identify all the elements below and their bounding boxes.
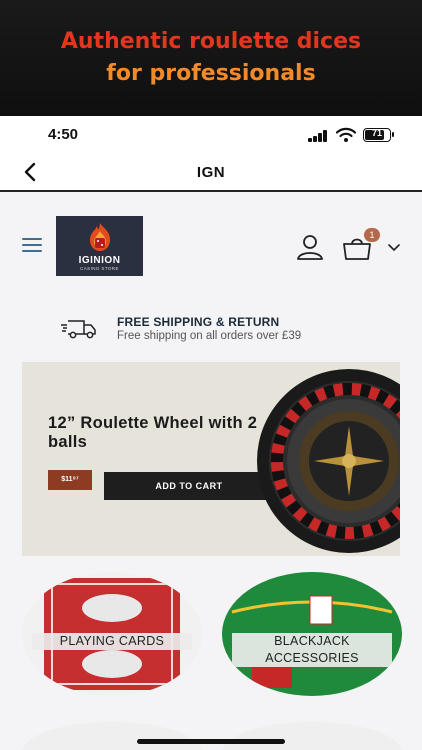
truck-icon [61,320,96,339]
promo-banner[interactable]: 12” Roulette Wheel with 2 balls $11⁹⁷ AD… [22,362,400,556]
cart-count-badge: 1 [364,228,380,242]
phone-screen: 4:50 71 IGN IGINION CASINO STORE 1 FREE … [0,116,422,750]
promo-header: Authentic roulette dices for professiona… [0,0,422,116]
add-to-cart-button[interactable]: ADD TO CART [104,472,274,500]
account-icon[interactable] [296,234,324,260]
shipping-subtitle: Free shipping on all orders over £39 [117,330,302,342]
shipping-notice: FREE SHIPPING & RETURN Free shipping on … [0,308,422,352]
banner-title: 12” Roulette Wheel with 2 balls [48,414,258,451]
status-time: 4:50 [48,126,79,143]
nav-bar: IGN [0,154,422,192]
category-card-partial[interactable] [22,722,202,750]
category-label: PLAYING CARDS [32,633,192,650]
nav-title: IGN [196,164,226,181]
logo-name: IGINION [78,255,121,266]
promo-line-1: Authentic roulette dices [60,29,362,54]
battery-level: 71 [371,128,382,138]
home-indicator[interactable] [137,739,285,744]
chevron-down-icon[interactable] [388,244,400,252]
category-playing-cards[interactable]: PLAYING CARDS [22,572,202,696]
promo-line-2: for professionals [106,61,316,86]
wifi-icon [336,127,356,142]
hamburger-icon[interactable] [22,238,42,252]
price-tag: $11⁹⁷ [48,470,92,490]
category-card-partial[interactable] [222,722,402,750]
category-label: BLACKJACK ACCESSORIES [232,633,392,667]
logo-subtitle: CASINO STORE [80,266,119,271]
battery-icon: 71 [363,128,394,142]
flame-dice-icon [90,223,110,251]
store-header: IGINION CASINO STORE 1 [0,194,422,294]
roulette-wheel-image [257,369,400,553]
store-logo[interactable]: IGINION CASINO STORE [56,216,143,276]
status-bar: 4:50 71 [0,116,422,154]
signal-icon [308,130,330,142]
category-blackjack-accessories[interactable]: BLACKJACK ACCESSORIES [222,572,402,696]
shipping-title: FREE SHIPPING & RETURN [117,315,280,329]
